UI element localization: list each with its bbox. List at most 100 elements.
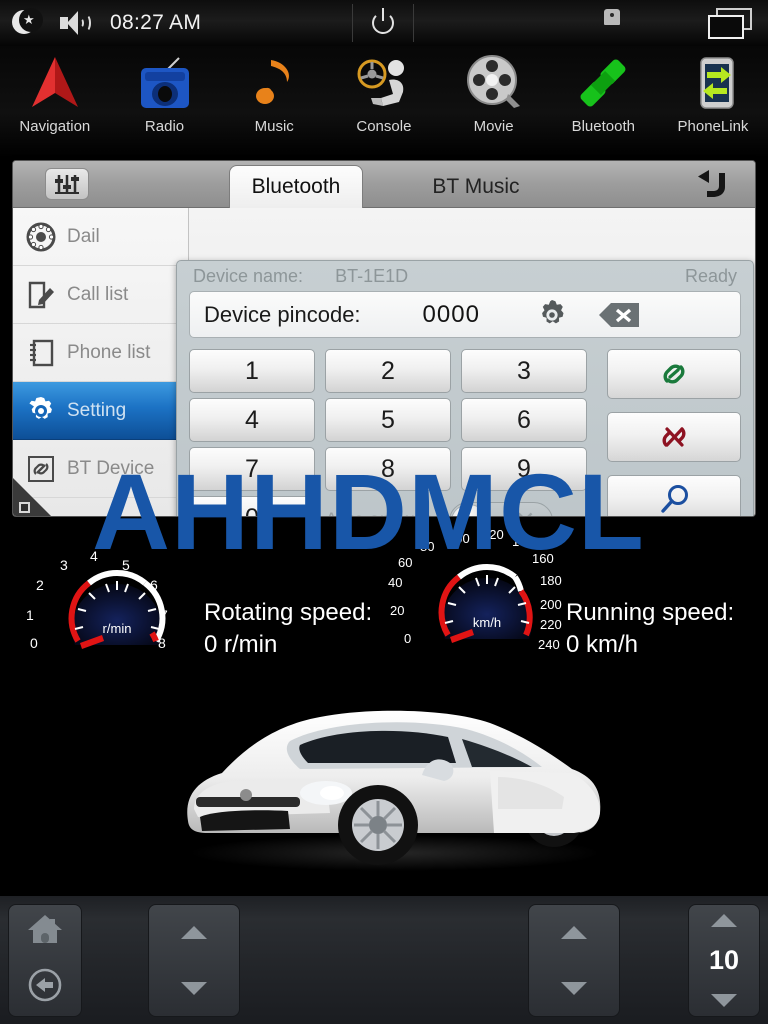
back-circle-icon [28,968,62,1002]
app-bluetooth[interactable]: Bluetooth [548,46,658,158]
music-note-icon [249,52,299,114]
home-button[interactable] [26,912,64,951]
corner-fold-decoration [13,474,57,516]
phone-link-icon [687,52,739,114]
home-icon [28,915,62,944]
tab-label: BT Music [432,174,520,198]
tab-bar: Bluetooth BT Music [13,161,755,208]
app-movie[interactable]: Movie [439,46,549,158]
sidebar-item-label: Call list [67,283,129,305]
app-label: PhoneLink [677,118,749,135]
phonebook-icon [23,336,59,370]
bluetooth-sidebar: Dail Call list Phone list Setting BT Dev… [13,208,189,516]
volume-up-button[interactable] [711,914,737,927]
speedometer-readout-value: 0 km/h [566,631,639,658]
link-connect-icon [663,364,685,384]
key-8[interactable]: 8 [325,447,451,491]
search-devices-button[interactable] [607,475,741,516]
app-radio[interactable]: Radio [110,46,220,158]
status-badge: Ready [684,265,737,286]
sidebar-item-dail[interactable]: Dail [13,208,188,266]
disconnect-button[interactable] [607,412,741,462]
toggle-knob [450,504,487,516]
infotainment-screen: ★ 08:27 AM Navigation Radio Music Consol… [0,0,768,1024]
app-launcher: Navigation Radio Music Console Movie Blu… [0,46,768,158]
return-arrow-icon [698,170,725,197]
pincode-value: 0000 [422,300,480,328]
app-phonelink[interactable]: PhoneLink [658,46,768,158]
usb-icon [602,9,622,37]
app-label: Radio [144,118,185,135]
tachometer-gauge: r/min 0 1 2 3 4 5 6 7 8 [26,548,168,651]
temp-right-pad [528,904,620,1017]
navigation-pad [8,904,82,1017]
gear-icon [23,394,59,428]
temp-right-down-button[interactable] [561,981,587,995]
key-9[interactable]: 9 [461,447,587,491]
bluetooth-window: Bluetooth BT Music Dail Call list Phone … [12,160,756,517]
sidebar-item-call-list[interactable]: Call list [13,266,188,324]
backspace-button[interactable] [596,300,642,330]
volume-icon[interactable] [60,10,91,36]
auto-answer-toggle[interactable]: ✕ [448,502,553,517]
link-break-icon [662,427,686,447]
dashboard-area: r/min 0 1 2 3 4 5 6 7 8 Rotating speed: … [0,517,768,895]
equalizer-button[interactable] [45,168,89,200]
key-6[interactable]: 6 [461,398,587,442]
speedometer-readout: Running speed: 0 km/h [566,597,734,661]
temp-left-pad [148,904,240,1017]
app-navigation[interactable]: Navigation [0,46,110,158]
pincode-field[interactable]: Device pincode: 0000 [189,291,741,338]
key-4[interactable]: 4 [189,398,315,442]
app-label: Navigation [19,118,91,135]
device-info-row: Device name: BT-1E1D Ready [177,261,753,291]
auto-answer-label: Auto answer [325,510,431,516]
vehicle-image [150,685,630,875]
back-button[interactable] [26,966,64,1009]
tachometer-readout-value: 0 r/min [204,631,278,658]
dial-pad-icon [23,220,59,254]
radio-icon [135,52,195,114]
tab-bt-music[interactable]: BT Music [409,165,543,208]
sidebar-item-label: BT Device [67,457,155,479]
tachometer-readout: Rotating speed: 0 r/min [204,597,372,661]
key-5[interactable]: 5 [325,398,451,442]
toggle-off-mark: ✕ [515,508,536,517]
volume-down-button[interactable] [711,994,737,1007]
tab-bluetooth[interactable]: Bluetooth [229,165,363,208]
night-mode-icon[interactable]: ★ [12,8,43,36]
sidebar-item-phone-list[interactable]: Phone list [13,324,188,382]
sidebar-item-label: Phone list [67,341,151,363]
key-2[interactable]: 2 [325,349,451,393]
multitask-icon[interactable] [708,8,754,40]
temp-left-up-button[interactable] [181,926,207,940]
temp-right-up-button[interactable] [561,926,587,940]
power-icon[interactable] [352,4,414,42]
bluetooth-panel-body: Dail Call list Phone list Setting BT Dev… [13,208,755,517]
key-0[interactable]: 0 [189,496,315,516]
app-label: Movie [473,118,514,135]
connect-button[interactable] [607,349,741,399]
pairing-dialog: Device name: BT-1E1D Ready Device pincod… [176,260,754,517]
app-console[interactable]: Console [329,46,439,158]
temp-left-down-button[interactable] [181,981,207,995]
sidebar-item-setting[interactable]: Setting [13,382,188,440]
back-button[interactable] [693,167,733,203]
call-list-icon [23,278,59,312]
pincode-label: Device pincode: [204,301,361,327]
key-1[interactable]: 1 [189,349,315,393]
sidebar-item-label: Setting [67,399,127,421]
key-3[interactable]: 3 [461,349,587,393]
sidebar-item-label: Dail [67,225,100,247]
app-music[interactable]: Music [219,46,329,158]
device-name-value: BT-1E1D [335,265,409,286]
steering-wheel-icon [353,52,415,114]
key-7[interactable]: 7 [189,447,315,491]
climate-control-bar: A/C SYNC AUTO OFF MAX [0,895,768,1024]
device-name-label: Device name: [193,265,304,286]
pincode-settings-button[interactable] [534,297,570,333]
speedometer-gauge: km/h 0 20 40 60 80 100 120 140 160 180 2… [388,527,562,652]
film-reel-icon [464,52,524,114]
equalizer-icon [55,175,79,194]
app-label: Bluetooth [571,118,635,135]
